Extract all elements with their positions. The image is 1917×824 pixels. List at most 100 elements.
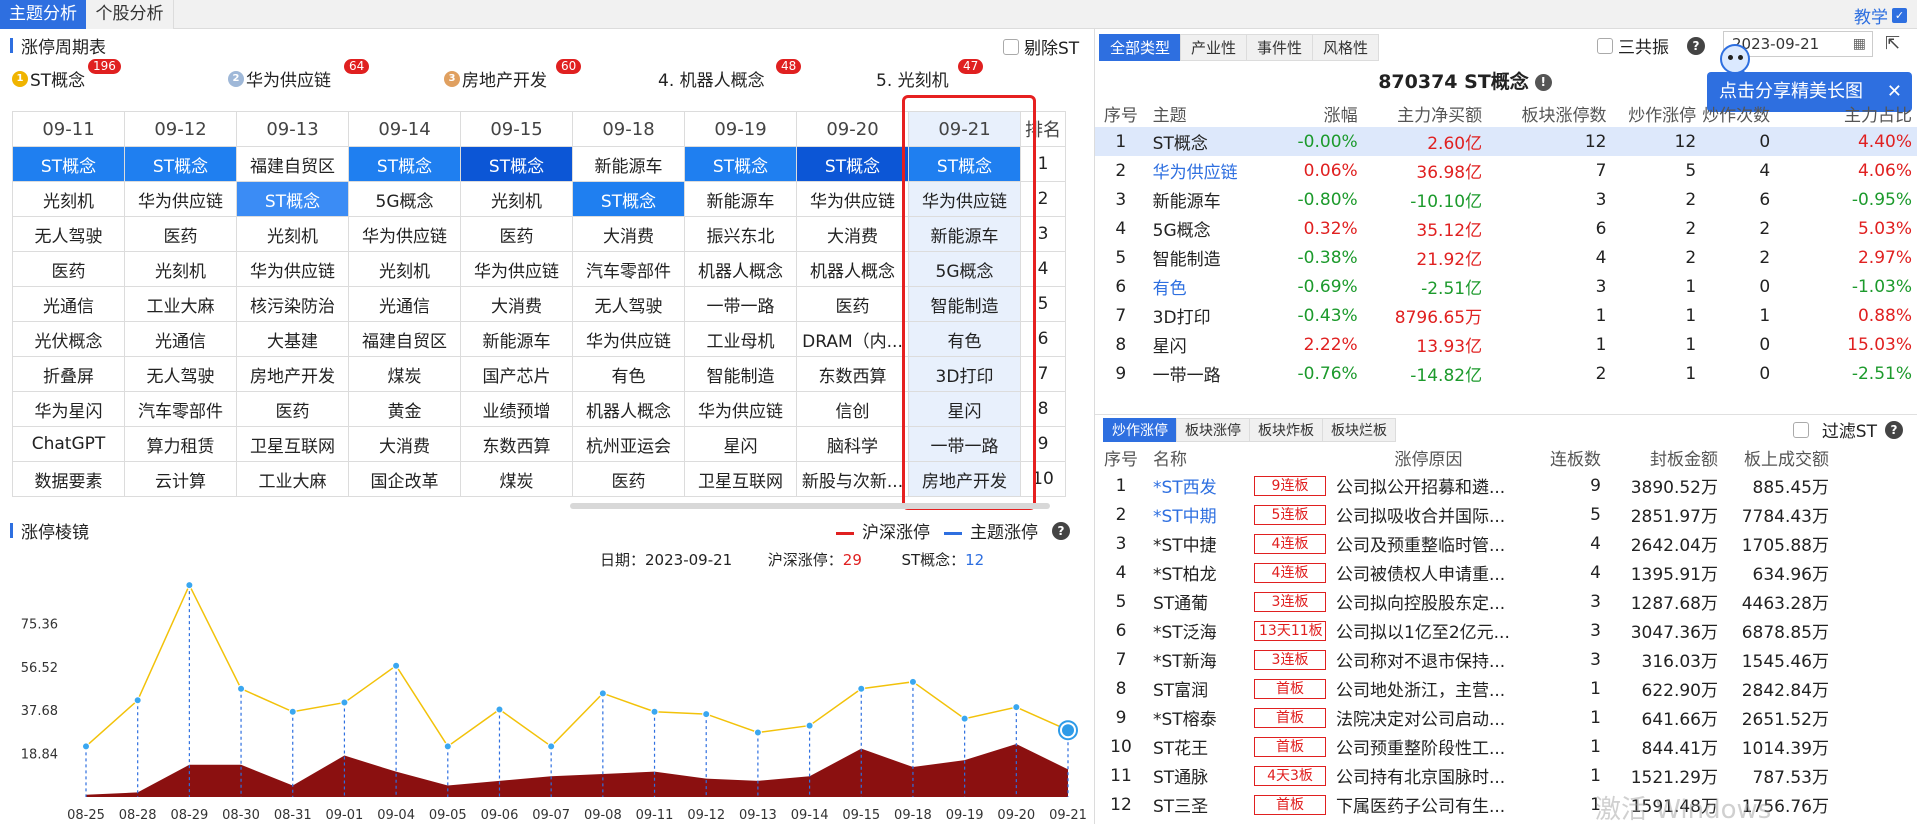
cycle-cell[interactable]: 医药 — [572, 461, 685, 497]
cycle-cell[interactable]: ST概念 — [908, 146, 1021, 182]
cycle-cell[interactable]: 5G概念 — [348, 181, 461, 217]
stock-cell-name[interactable]: *ST柏龙 — [1147, 558, 1252, 587]
filter-st-checkbox[interactable] — [1792, 421, 1809, 438]
tab-style[interactable]: 风格性 — [1312, 34, 1380, 61]
stock-cell-name[interactable]: *ST西发 — [1147, 471, 1252, 500]
cycle-cell[interactable]: 大消费 — [572, 216, 685, 252]
date-header[interactable]: 09-15 — [460, 111, 573, 147]
theme-row[interactable]: 3 新能源车 -0.80% -10.10亿 3 2 6 -0.95% — [1095, 185, 1917, 214]
theme-item-4[interactable]: 4. 机器人概念 48 — [658, 59, 802, 91]
stock-cell-name[interactable]: *ST榕泰 — [1147, 703, 1252, 732]
cycle-cell[interactable]: 华为供应链 — [684, 391, 797, 427]
stock-row[interactable]: 4 *ST柏龙 4连板 公司被债权人申请重... 4 1395.91万 634.96万 — [1095, 558, 1917, 587]
theme-cell-name[interactable]: 智能制造 — [1147, 243, 1267, 272]
cycle-cell[interactable]: 脑科学 — [796, 426, 909, 462]
teach-link[interactable]: 教学 ✓ — [1854, 3, 1907, 28]
stock-row[interactable]: 6 *ST泛海 13天11板 公司拟以1亿至2亿元... 3 3047.36万 6878.8… — [1095, 616, 1917, 645]
exclude-st-checkbox[interactable] — [1003, 38, 1019, 55]
cycle-cell[interactable]: 华为供应链 — [124, 181, 237, 217]
col-header[interactable]: 涨幅 — [1266, 99, 1363, 127]
cycle-cell[interactable]: 光刻机 — [236, 216, 349, 252]
cycle-cell[interactable]: 3D打印 — [908, 356, 1021, 392]
tab-sector-broken[interactable]: 板块炸板 — [1249, 418, 1323, 442]
cycle-cell[interactable]: 卫星互联网 — [236, 426, 349, 462]
stock-row[interactable]: 8 ST富润 首板 公司地处浙江，主营... 1 622.90万 2842.84万 — [1095, 674, 1917, 703]
col-header[interactable]: 主力净买额 — [1364, 99, 1488, 127]
stock-row[interactable]: 10 ST花王 首板 公司预重整阶段性工... 1 844.41万 1014.39万 — [1095, 732, 1917, 761]
theme-item-1[interactable]: 1 ST概念 196 — [12, 59, 121, 91]
theme-cell-name[interactable]: 一带一路 — [1147, 359, 1267, 388]
cycle-cell[interactable]: 华为供应链 — [908, 181, 1021, 217]
date-header-selected[interactable]: 09-21 — [908, 111, 1021, 147]
theme-row[interactable]: 1 ST概念 -0.00% 2.60亿 12 12 0 4.40% — [1095, 127, 1917, 156]
theme-cell-name[interactable]: 有色 — [1147, 272, 1267, 301]
cycle-cell[interactable]: 光通信 — [124, 321, 237, 357]
cycle-cell[interactable]: 5G概念 — [908, 251, 1021, 287]
cycle-cell[interactable]: 无人驾驶 — [572, 286, 685, 322]
cycle-cell[interactable]: 华为供应链 — [796, 181, 909, 217]
help-icon[interactable]: ? — [1052, 521, 1070, 540]
cycle-cell[interactable]: 光通信 — [348, 286, 461, 322]
cycle-cell[interactable]: 福建自贸区 — [236, 146, 349, 182]
cycle-cell[interactable]: 新能源车 — [460, 321, 573, 357]
theme-cell-name[interactable]: ST概念 — [1146, 127, 1267, 156]
cycle-cell[interactable]: 房地产开发 — [236, 356, 349, 392]
cycle-cell[interactable]: 华为供应链 — [572, 321, 685, 357]
cycle-cell[interactable]: 机器人概念 — [796, 251, 909, 287]
cycle-cell[interactable]: 国产芯片 — [460, 356, 573, 392]
stock-cell-name[interactable]: ST花王 — [1147, 732, 1252, 761]
col-header[interactable]: 板块涨停数 — [1488, 99, 1612, 127]
cycle-cell[interactable]: ChatGPT — [12, 426, 125, 462]
theme-row[interactable]: 7 3D打印 -0.43% 8796.65万 1 1 1 0.88% — [1095, 301, 1917, 330]
help-icon[interactable]: ? — [1687, 36, 1705, 55]
col-header[interactable]: 主力占比 — [1776, 99, 1917, 127]
cycle-cell[interactable]: 新能源车 — [684, 181, 797, 217]
tab-stock-analysis[interactable]: 个股分析 — [86, 0, 174, 29]
stock-cell-name[interactable]: ST三圣 — [1147, 790, 1252, 819]
cycle-cell[interactable]: 房地产开发 — [908, 461, 1021, 497]
cycle-cell[interactable]: 新能源车 — [908, 216, 1021, 252]
cycle-cell[interactable]: 数据要素 — [12, 461, 125, 497]
cycle-cell[interactable]: 有色 — [908, 321, 1021, 357]
cycle-cell[interactable]: 黄金 — [348, 391, 461, 427]
cycle-cell[interactable]: ST概念 — [12, 146, 125, 182]
stock-row[interactable]: 11 ST通脉 4天3板 公司持有北京国脉时... 1 1521.29万 787.53万 — [1095, 761, 1917, 790]
cycle-cell[interactable]: 信创 — [796, 391, 909, 427]
theme-row[interactable]: 2 华为供应链 0.06% 36.98亿 7 5 4 4.06% — [1095, 156, 1917, 185]
cycle-cell[interactable]: 新股与次新... — [796, 461, 909, 497]
theme-item-5[interactable]: 5. 光刻机 47 — [876, 59, 984, 91]
help-icon[interactable]: ? — [1885, 420, 1903, 439]
stock-row[interactable]: 9 *ST榕泰 首板 法院决定对公司启动... 1 641.66万 2651.52万 — [1095, 703, 1917, 732]
share-icon[interactable]: ⇱ — [1885, 33, 1900, 54]
cycle-cell[interactable]: 卫星互联网 — [684, 461, 797, 497]
cycle-cell[interactable]: 光刻机 — [460, 181, 573, 217]
cycle-cell[interactable]: ST概念 — [796, 146, 909, 182]
cycle-cell[interactable]: 医药 — [460, 216, 573, 252]
theme-cell-name[interactable]: 5G概念 — [1147, 214, 1267, 243]
theme-row[interactable]: 4 5G概念 0.32% 35.12亿 6 2 2 5.03% — [1095, 214, 1917, 243]
cycle-cell[interactable]: 一带一路 — [684, 286, 797, 322]
legend-theme[interactable]: 主题涨停 — [944, 518, 1038, 543]
tab-all-types[interactable]: 全部类型 — [1099, 34, 1182, 61]
tab-theme-analysis[interactable]: 主题分析 — [0, 0, 86, 29]
cycle-cell[interactable]: 华为供应链 — [348, 216, 461, 252]
cycle-cell[interactable]: 核污染防治 — [236, 286, 349, 322]
cycle-cell[interactable]: 医药 — [796, 286, 909, 322]
theme-row[interactable]: 8 星闪 2.22% 13.93亿 1 1 0 15.03% — [1095, 330, 1917, 359]
col-header[interactable]: 炒作次数 — [1702, 99, 1776, 127]
cycle-cell[interactable]: 光伏概念 — [12, 321, 125, 357]
cycle-cell[interactable]: 算力租赁 — [124, 426, 237, 462]
cycle-cell[interactable]: 光通信 — [12, 286, 125, 322]
theme-item-2[interactable]: 2 华为供应链 64 — [228, 59, 370, 91]
theme-item-3[interactable]: 3 房地产开发 60 — [444, 59, 582, 91]
filter-st-toggle[interactable]: 过滤ST ? — [1792, 417, 1903, 442]
cycle-cell[interactable]: 新能源车 — [572, 146, 685, 182]
cycle-cell[interactable]: 大基建 — [236, 321, 349, 357]
tab-sector-weak[interactable]: 板块烂板 — [1322, 418, 1396, 442]
legend-market[interactable]: 沪深涨停 — [836, 518, 930, 543]
cycle-cell[interactable]: ST概念 — [572, 181, 685, 217]
cycle-cell[interactable]: 无人驾驶 — [124, 356, 237, 392]
cycle-cell[interactable]: 汽车零部件 — [124, 391, 237, 427]
cycle-cell[interactable]: 机器人概念 — [572, 391, 685, 427]
date-header[interactable]: 09-18 — [572, 111, 685, 147]
